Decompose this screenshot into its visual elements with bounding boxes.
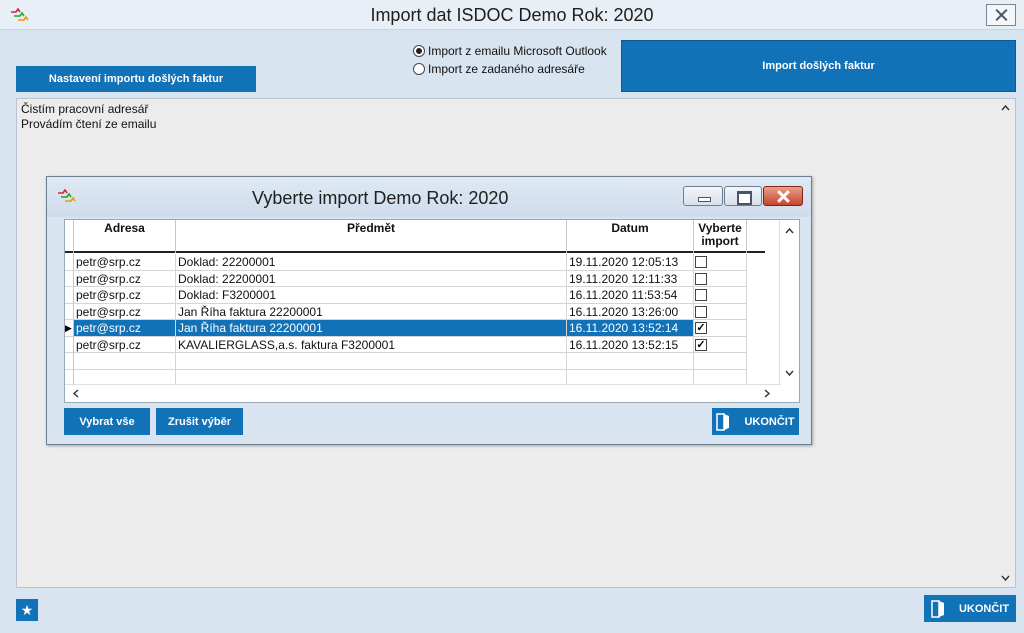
column-header-subject[interactable]: Předmět [176,220,567,253]
cell-select [694,270,747,287]
cell-subject: Jan Říha faktura 22200001 [176,303,567,320]
grid-header: Adresa Předmět Datum Vyberte import [65,220,765,253]
table-row[interactable] [65,353,765,370]
favorite-star-button[interactable]: ★ [16,599,38,621]
cell-date: 19.11.2020 12:11:33 [567,270,694,287]
radio-folder-indicator[interactable] [413,63,425,75]
cell-select: ✓ [694,336,747,353]
cell-date: 19.11.2020 12:05:13 [567,254,694,271]
log-scrollbar[interactable] [997,99,1015,587]
column-header-address[interactable]: Adresa [74,220,176,253]
dialog-exit-label: UKONČIT [744,415,795,428]
import-checkbox[interactable] [695,272,707,285]
table-row[interactable]: petr@srp.cz Doklad: 22200001 19.11.2020 12… [65,270,765,287]
import-checkbox[interactable]: ✓ [695,338,707,351]
table-row[interactable]: ▶ petr@srp.cz Jan Říha faktura 22200001 16.… [65,320,765,337]
exit-button-label: UKONČIT [958,602,1010,615]
grid-scroll-up-icon[interactable] [784,226,795,237]
import-checkbox[interactable] [695,305,707,318]
import-checkbox[interactable] [695,256,707,268]
grid-horizontal-scrollbar[interactable] [65,384,781,402]
cell-subject [176,353,567,370]
dialog-minimize-button[interactable] [683,186,723,206]
import-checkbox[interactable]: ✓ [695,322,707,334]
cell-subject: Doklad: F3200001 [176,287,567,304]
row-selector[interactable] [65,254,74,271]
cell-select: ✓ [694,320,747,337]
select-all-button[interactable]: Vybrat vše [64,408,150,435]
cell-select [694,303,747,320]
dialog-exit-button[interactable]: UKONČIT [712,408,799,435]
log-line: Provádím čtení ze emailu [21,117,157,131]
dialog-title: Vyberte import Demo Rok: 2020 [252,188,509,208]
row-selector[interactable] [65,270,74,287]
dialog-close-button[interactable] [763,186,803,206]
window-title: Import dat ISDOC Demo Rok: 2020 [370,5,654,25]
log-line: Čistím pracovní adresář [21,102,149,116]
grid-scroll-left-icon[interactable] [71,388,82,399]
cell-address [74,353,176,370]
cell-select [694,254,747,271]
import-invoices-button[interactable]: Import došlých faktur [621,40,1016,92]
radio-import-folder[interactable]: Import ze zadaného adresáře [413,61,585,77]
cell-select [694,287,747,304]
row-selector[interactable]: ▶ [65,320,74,337]
radio-folder-label: Import ze zadaného adresáře [428,62,585,76]
cell-subject: Doklad: 22200001 [176,254,567,271]
cell-address: petr@srp.cz [74,287,176,304]
grid-vertical-scrollbar[interactable] [779,220,799,384]
grid-scroll-right-icon[interactable] [761,388,772,399]
import-select-dialog: Vyberte import Demo Rok: 2020 Adresa Pře… [46,176,812,445]
import-settings-button[interactable]: Nastavení importu došlých faktur [16,66,256,92]
cell-subject: Doklad: 22200001 [176,270,567,287]
radio-import-outlook[interactable]: Import z emailu Microsoft Outlook [413,43,607,59]
dialog-maximize-button[interactable] [724,186,762,206]
row-selector[interactable] [65,287,74,304]
row-selector[interactable] [65,336,74,353]
cell-date: 16.11.2020 13:52:15 [567,336,694,353]
title-bar: Import dat ISDOC Demo Rok: 2020 [0,0,1024,30]
column-header-date[interactable]: Datum [567,220,694,253]
row-selector-header [65,220,74,253]
dialog-app-icon [58,189,76,202]
star-icon: ★ [20,602,34,618]
table-row[interactable]: petr@srp.cz Doklad: F3200001 16.11.2020 11… [65,287,765,304]
cell-date [567,353,694,370]
row-selector[interactable] [65,303,74,320]
deselect-button[interactable]: Zrušit výběr [156,408,243,435]
dialog-title-bar: Vyberte import Demo Rok: 2020 [47,177,811,217]
cell-address: petr@srp.cz [74,303,176,320]
cell-date: 16.11.2020 11:53:54 [567,287,694,304]
cell-address: petr@srp.cz [74,270,176,287]
log-lines: Čistím pracovní adresář Provádím čtení z… [17,102,156,132]
cell-date: 16.11.2020 13:26:00 [567,303,694,320]
table-row[interactable]: petr@srp.cz Jan Říha faktura 22200001 16.1… [65,303,765,320]
row-selector[interactable] [65,353,74,370]
cell-address: petr@srp.cz [74,254,176,271]
cell-subject: Jan Říha faktura 22200001 [176,320,567,337]
email-grid[interactable]: Adresa Předmět Datum Vyberte import petr… [64,219,800,403]
table-row[interactable]: petr@srp.cz Doklad: 22200001 19.11.2020 12… [65,254,765,271]
cell-address: petr@srp.cz [74,320,176,337]
column-header-select[interactable]: Vyberte import [694,220,747,253]
exit-door-icon [716,412,730,431]
cell-address: petr@srp.cz [74,336,176,353]
exit-button[interactable]: UKONČIT [924,595,1016,622]
cell-subject: KAVALIERGLASS,a.s. faktura F3200001 [176,336,567,353]
radio-outlook-indicator[interactable] [413,45,425,57]
scroll-up-icon[interactable] [1000,103,1011,114]
window-close-button[interactable] [986,4,1016,26]
import-checkbox[interactable] [695,289,707,301]
exit-door-icon [931,599,944,618]
cell-select [694,353,747,370]
grid-scroll-down-icon[interactable] [784,367,795,378]
radio-outlook-label: Import z emailu Microsoft Outlook [428,44,607,58]
cell-date: 16.11.2020 13:52:14 [567,320,694,337]
table-row[interactable]: petr@srp.cz KAVALIERGLASS,a.s. faktura F3… [65,336,765,353]
scroll-down-icon[interactable] [1000,572,1011,583]
